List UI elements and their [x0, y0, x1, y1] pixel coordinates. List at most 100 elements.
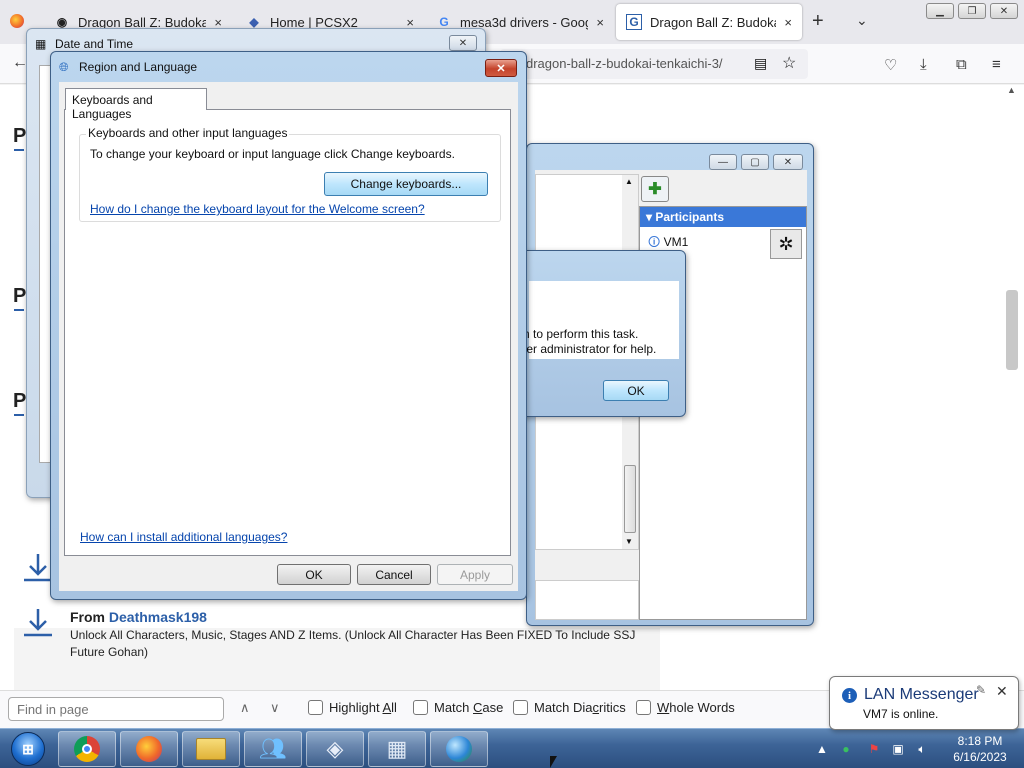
- taskbar-region-language[interactable]: [430, 731, 488, 767]
- date-time-close-button[interactable]: ✕: [449, 35, 477, 51]
- window-minimize-button[interactable]: ▁: [926, 3, 954, 19]
- tab-keyboards-and-languages[interactable]: Keyboards and Languages: [65, 88, 207, 121]
- system-tray: ▲ ● ⚑ ▣ 🔈︎ 8:18 PM 6/16/2023: [810, 729, 1024, 768]
- match-diacritics-checkbox[interactable]: Match Diacritics: [513, 700, 626, 715]
- start-button[interactable]: ⊞: [4, 730, 52, 768]
- lan-messenger-notification[interactable]: i LAN Messenger VM7 is online. ✎ ✕: [829, 676, 1019, 730]
- highlight-all-checkbox[interactable]: Highlight All: [308, 700, 397, 715]
- taskbar-date-time[interactable]: ▦: [368, 731, 426, 767]
- downloads-icon[interactable]: ⤓: [920, 56, 927, 73]
- url-bar[interactable]: dragon-ball-z-budokai-tenkaichi-3/ ▤ ☆: [500, 49, 808, 79]
- window-restore-button[interactable]: ❐: [958, 3, 986, 19]
- checkbox-box[interactable]: [513, 700, 528, 715]
- taskbar-pcsx2[interactable]: ◈: [306, 731, 364, 767]
- taskbar-firefox[interactable]: [120, 731, 178, 767]
- entry-author-line: From Deathmask198: [70, 609, 207, 625]
- checkbox-label: Match Diacritics: [534, 700, 626, 715]
- checkbox-label: Whole Words: [657, 700, 735, 715]
- checkbox-box[interactable]: [308, 700, 323, 715]
- cancel-button[interactable]: Cancel: [357, 564, 431, 585]
- checkbox-box[interactable]: [636, 700, 651, 715]
- participant-name: VM1: [663, 235, 689, 249]
- folder-icon: [196, 738, 226, 760]
- input-languages-group: Keyboards and other input languages To c…: [79, 126, 501, 222]
- volume-icon[interactable]: 🔈︎: [914, 741, 930, 757]
- show-hidden-icons-icon[interactable]: ▲: [814, 741, 830, 757]
- change-keyboards-button[interactable]: Change keyboards...: [324, 172, 488, 196]
- notification-title: LAN Messenger: [864, 686, 979, 703]
- error-ok-button[interactable]: OK: [603, 380, 669, 401]
- extensions-icon[interactable]: ⧉: [956, 56, 967, 73]
- message-input[interactable]: [535, 580, 639, 620]
- tab-close-icon[interactable]: ×: [596, 15, 604, 30]
- lan-messenger-tray-icon[interactable]: ●: [838, 741, 854, 757]
- apply-button[interactable]: Apply: [437, 564, 513, 585]
- find-next-button[interactable]: ∨: [270, 700, 280, 716]
- group-description: To change your keyboard or input languag…: [90, 147, 455, 161]
- globe-app-icon: [446, 736, 472, 762]
- tab-list-button[interactable]: ⌄: [856, 12, 868, 29]
- taskbar-lan-messenger[interactable]: 👥︎: [244, 731, 302, 767]
- taskbar: ⊞ 👥︎ ◈ ▦ ▲ ● ⚑ ▣ 🔈︎ 8:18 PM 6/16/2023: [0, 728, 1024, 768]
- add-participant-icon[interactable]: ✚: [641, 176, 669, 202]
- tab-dragonball-active[interactable]: G Dragon Ball Z: Budokai Te ×: [616, 4, 802, 40]
- divider: [14, 149, 24, 151]
- group-label: Keyboards and other input languages: [86, 126, 290, 140]
- ok-button[interactable]: OK: [277, 564, 351, 585]
- network-icon[interactable]: ▣: [890, 741, 906, 757]
- window-title: Date and Time: [55, 37, 134, 51]
- firefox-menu-icon[interactable]: [10, 14, 24, 28]
- new-tab-button[interactable]: +: [812, 10, 824, 33]
- install-languages-link[interactable]: How can I install additional languages?: [80, 530, 287, 544]
- taskbar-chrome[interactable]: [58, 731, 116, 767]
- pin-icon[interactable]: ✎: [976, 683, 986, 697]
- clock-date[interactable]: 6/16/2023: [950, 750, 1010, 764]
- entry-description: Unlock All Characters, Music, Stages AND…: [70, 628, 636, 659]
- find-previous-button[interactable]: ∧: [240, 700, 250, 716]
- download-icon[interactable]: [20, 605, 56, 641]
- lan-close-button[interactable]: ✕: [773, 154, 803, 170]
- window-close-button[interactable]: ✕: [990, 3, 1018, 19]
- lan-minimize-button[interactable]: —: [709, 154, 737, 170]
- welcome-screen-keyboard-link[interactable]: How do I change the keyboard layout for …: [90, 202, 425, 216]
- menu-icon[interactable]: ≡: [992, 56, 1001, 73]
- error-message-line: ter administrator for help.: [523, 342, 657, 356]
- tab-close-icon[interactable]: ×: [784, 15, 792, 30]
- notification-close-button[interactable]: ✕: [996, 683, 1008, 700]
- tab-title: Dragon Ball Z: Budokai Te: [650, 14, 776, 30]
- bookmark-star-icon[interactable]: ☆: [782, 53, 796, 73]
- url-text: dragon-ball-z-budokai-tenkaichi-3/: [526, 56, 723, 71]
- error-message-line: n to perform this task.: [523, 327, 639, 341]
- checkbox-label: Match Case: [434, 700, 504, 715]
- lan-maximize-button[interactable]: ▢: [741, 154, 769, 170]
- taskbar-explorer[interactable]: [182, 731, 240, 767]
- region-language-close-button[interactable]: ✕: [485, 59, 517, 77]
- page-scrollbar-thumb[interactable]: [1006, 290, 1018, 370]
- action-center-icon[interactable]: ⚑: [866, 741, 882, 757]
- entry-author-link[interactable]: Deathmask198: [109, 609, 207, 625]
- reader-view-icon[interactable]: ▤: [754, 55, 767, 72]
- scrollbar-thumb[interactable]: [624, 465, 636, 533]
- whole-words-checkbox[interactable]: Whole Words: [636, 700, 735, 715]
- entry-from-label: From: [70, 609, 105, 625]
- section-heading: P: [13, 125, 27, 147]
- notification-message: VM7 is online.: [863, 707, 939, 721]
- globe-icon: 🌐︎: [59, 60, 69, 74]
- date-time-app-icon: ▦: [386, 736, 408, 761]
- network-avatar-icon: ✲: [770, 229, 802, 259]
- gamefaqs-icon: G: [626, 14, 642, 30]
- clock-time[interactable]: 8:18 PM: [950, 734, 1010, 748]
- region-language-body: Keyboards and Languages Keyboards and ot…: [59, 82, 518, 591]
- scroll-down-icon[interactable]: ▼: [625, 537, 633, 546]
- section-heading: P: [13, 390, 27, 412]
- find-input[interactable]: [8, 697, 224, 721]
- windows-logo-icon: ⊞: [11, 732, 45, 766]
- participants-header[interactable]: ▾ Participants: [640, 207, 806, 227]
- scroll-up-icon[interactable]: ▲: [1007, 85, 1016, 95]
- match-case-checkbox[interactable]: Match Case: [413, 700, 503, 715]
- error-dialog-body: n to perform this task. ter administrato…: [523, 281, 679, 359]
- pocket-icon[interactable]: ♡: [884, 56, 897, 74]
- scroll-up-icon[interactable]: ▲: [625, 177, 633, 186]
- checkbox-box[interactable]: [413, 700, 428, 715]
- error-dialog: n to perform this task. ter administrato…: [520, 250, 686, 417]
